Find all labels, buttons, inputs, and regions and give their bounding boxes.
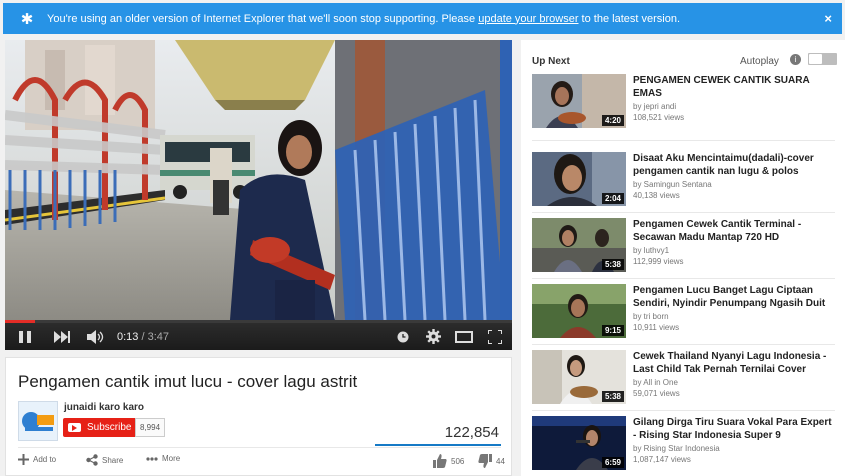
star-icon: ✱	[20, 10, 34, 28]
up-next-sidebar: Up Next Autoplay i 4:20 PENGAMEN CEWEK C…	[521, 40, 845, 476]
more-dots-icon	[146, 456, 158, 461]
channel-logo-icon	[22, 412, 54, 431]
subscribe-button[interactable]: Subscribe	[63, 418, 140, 437]
browser-warning-banner: ✱ You're using an older version of Inter…	[3, 3, 842, 34]
recommended-channel: by All in One	[633, 378, 678, 387]
recommended-video[interactable]: 5:38 Pengamen Cewek Cantik Terminal - Se…	[532, 218, 837, 274]
recommended-channel: by luthvy1	[633, 246, 670, 255]
fullscreen-button[interactable]	[484, 323, 506, 350]
recommended-video[interactable]: 5:38 Cewek Thailand Nyanyi Lagu Indonesi…	[532, 350, 837, 406]
subscriber-count: 8,994	[135, 418, 166, 437]
theater-icon	[455, 330, 473, 343]
thumbs-down-icon	[478, 454, 492, 468]
recommended-views: 108,521 views	[633, 113, 685, 122]
video-title: Pengamen cantik imut lucu - cover lagu a…	[18, 372, 358, 391]
recommended-channel: by jepri andi	[633, 102, 677, 111]
youtube-play-icon	[68, 423, 81, 432]
recommended-views: 40,138 views	[633, 191, 680, 200]
divider	[532, 212, 835, 213]
divider	[532, 278, 835, 279]
watch-later-button[interactable]	[392, 323, 414, 350]
recommended-views: 112,999 views	[633, 257, 684, 266]
divider	[532, 344, 835, 345]
settings-button[interactable]	[422, 323, 444, 350]
duration-badge: 2:04	[601, 193, 624, 204]
close-banner-button[interactable]: ×	[824, 11, 832, 26]
player-controls: 0:13 / 3:47	[5, 323, 512, 350]
update-browser-link[interactable]: update your browser	[478, 13, 578, 25]
fullscreen-icon	[488, 329, 502, 344]
add-to-button[interactable]: Add to	[18, 454, 56, 465]
gear-icon	[425, 329, 441, 344]
video-scene	[5, 40, 512, 320]
recommended-video[interactable]: 9:15 Pengamen Lucu Banget Lagu Ciptaan S…	[532, 284, 837, 340]
video-player[interactable]: 0:13 / 3:47	[5, 40, 512, 350]
recommended-video[interactable]: 2:04 Disaat Aku Mencintaimu(dadali)-cove…	[532, 152, 837, 208]
divider	[532, 140, 835, 141]
share-icon	[86, 454, 98, 466]
duration-badge: 5:38	[601, 391, 624, 402]
channel-name[interactable]: junaidi karo karo	[64, 402, 144, 413]
video-info-panel: Pengamen cantik imut lucu - cover lagu a…	[5, 357, 512, 476]
recommended-title[interactable]: Cewek Thailand Nyanyi Lagu Indonesia - L…	[633, 350, 837, 376]
action-bar: Add to Share More 506 44	[18, 454, 508, 470]
pause-button[interactable]	[5, 323, 45, 350]
banner-message: You're using an older version of Interne…	[47, 12, 680, 25]
recommended-title[interactable]: Pengamen Cewek Cantik Terminal - Secawan…	[633, 218, 837, 244]
recommended-views: 1,087,147 views	[633, 455, 691, 464]
next-button[interactable]	[45, 323, 79, 350]
duration-badge: 9:15	[601, 325, 624, 336]
recommended-views: 10,911 views	[633, 323, 680, 332]
like-ratio-bar	[375, 444, 501, 446]
recommended-views: 59,071 views	[633, 389, 680, 398]
clock-icon	[397, 331, 409, 342]
autoplay-toggle[interactable]	[808, 53, 837, 65]
toggle-knob	[809, 54, 822, 64]
video-frame[interactable]	[5, 40, 512, 320]
recommended-channel: by Samingun Sentana	[633, 180, 712, 189]
more-button[interactable]: More	[146, 454, 180, 463]
duration-badge: 5:38	[601, 259, 624, 270]
duration-badge: 6:59	[601, 457, 624, 468]
video-thumbnail[interactable]: 4:20	[532, 74, 626, 128]
recommended-channel: by tri born	[633, 312, 669, 321]
theater-mode-button[interactable]	[452, 323, 476, 350]
video-thumbnail[interactable]: 9:15	[532, 284, 626, 338]
view-count: 122,854	[444, 424, 499, 441]
video-thumbnail[interactable]: 6:59	[532, 416, 626, 470]
recommended-title[interactable]: Pengamen Lucu Banget Lagu Ciptaan Sendir…	[633, 284, 837, 310]
up-next-heading: Up Next	[532, 56, 570, 67]
recommended-video[interactable]: 6:59 Gilang Dirga Tiru Suara Vokal Para …	[532, 416, 837, 472]
share-button[interactable]: Share	[86, 454, 123, 466]
recommended-title[interactable]: Gilang Dirga Tiru Suara Vokal Para Exper…	[633, 416, 837, 442]
volume-button[interactable]	[79, 323, 113, 350]
recommended-title[interactable]: Disaat Aku Mencintaimu(dadali)-cover pen…	[633, 152, 837, 178]
divider	[18, 447, 501, 448]
dislike-button[interactable]: 44	[478, 454, 505, 468]
volume-icon	[87, 329, 104, 344]
video-thumbnail[interactable]: 5:38	[532, 218, 626, 272]
recommended-title[interactable]: PENGAMEN CEWEK CANTIK SUARA EMAS	[633, 74, 837, 100]
plus-icon	[18, 454, 29, 465]
info-icon[interactable]: i	[790, 54, 801, 65]
like-button[interactable]: 506	[433, 454, 464, 468]
divider	[532, 410, 835, 411]
video-thumbnail[interactable]: 2:04	[532, 152, 626, 206]
time-display: 0:13 / 3:47	[117, 330, 170, 343]
recommended-channel: by Rising Star Indonesia	[633, 444, 720, 453]
recommended-video[interactable]: 4:20 PENGAMEN CEWEK CANTIK SUARA EMAS by…	[532, 74, 837, 130]
pause-icon	[19, 330, 31, 343]
video-thumbnail[interactable]: 5:38	[532, 350, 626, 404]
channel-avatar[interactable]	[18, 401, 58, 441]
next-icon	[54, 330, 70, 343]
thumbs-up-icon	[433, 454, 447, 468]
autoplay-label: Autoplay	[740, 56, 779, 67]
duration-badge: 4:20	[601, 115, 624, 126]
